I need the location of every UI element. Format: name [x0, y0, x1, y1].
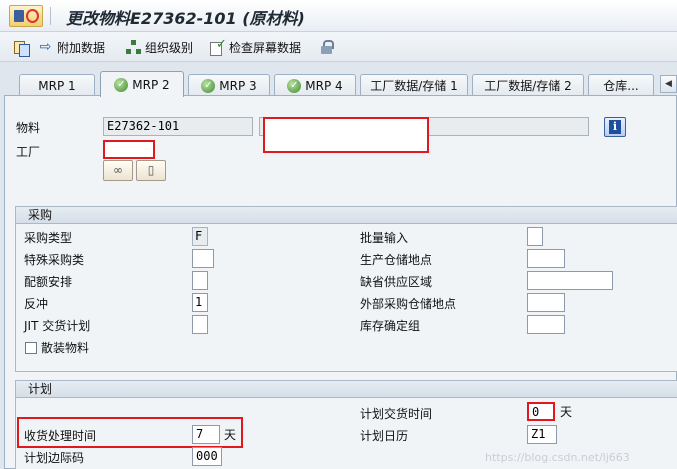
planned-delivery-field[interactable]: 0 — [527, 402, 555, 421]
planned-delivery-label: 计划交货时间 — [360, 407, 433, 421]
org-hierarchy-icon — [126, 39, 141, 55]
special-procurement-label: 特殊采购类 — [24, 253, 85, 267]
prod-stor-loc-field[interactable] — [527, 249, 565, 268]
document-icon: ▯ — [147, 163, 155, 177]
stock-det-group-field[interactable] — [527, 315, 565, 334]
arrow-right-icon: ⇨ — [39, 38, 52, 55]
plant-label: 工厂 — [16, 145, 41, 159]
backflush-field[interactable]: 1 — [192, 293, 208, 312]
procurement-type-field: F — [192, 227, 208, 246]
tab-plant-data-2[interactable]: 工厂数据/存储 2 — [472, 74, 584, 96]
quota-field[interactable] — [192, 271, 208, 290]
ext-proc-stor-loc-label: 外部采购仓储地点 — [360, 297, 457, 311]
planning-calendar-field[interactable]: Z1 — [527, 425, 557, 444]
tab-strip: MRP 1 ✓ MRP 2 ✓ MRP 3 ✓ MRP 4 工厂数据/存储 1 … — [0, 62, 677, 97]
main-content: 物料 E27362-101 i 工厂 ∞ ▯ 采购 采购类型 F 特殊采购类 配… — [4, 95, 677, 469]
additional-data-label: 附加数据 — [57, 40, 106, 55]
org-levels-label: 组织级别 — [145, 40, 194, 55]
status-complete-icon: ✓ — [201, 78, 216, 93]
tab-scroll-left-button[interactable]: ◀ — [660, 75, 677, 93]
document-button[interactable]: ▯ — [136, 160, 166, 181]
batch-entry-field[interactable] — [527, 227, 543, 246]
redacted-highlight-box — [263, 117, 429, 153]
check-icon — [210, 37, 227, 56]
additional-data-button[interactable]: ⇨ 附加数据 — [38, 38, 105, 56]
tab-mrp4[interactable]: ✓ MRP 4 — [274, 74, 356, 96]
procurement-section-title: 采购 — [16, 207, 677, 224]
backflush-label: 反冲 — [24, 297, 49, 311]
sched-margin-field[interactable]: 000 — [192, 447, 222, 466]
org-levels-button[interactable]: 组织级别 — [126, 38, 193, 56]
planning-calendar-label: 计划日历 — [360, 429, 409, 443]
app-menu-icon[interactable] — [9, 5, 43, 27]
tab-mrp2-label: MRP 2 — [132, 77, 170, 92]
glasses-icon: ∞ — [113, 163, 123, 177]
procurement-type-label: 采购类型 — [24, 231, 73, 245]
sched-margin-label: 计划边际码 — [24, 451, 85, 465]
lock-icon — [320, 39, 334, 55]
prod-stor-loc-label: 生产仓储地点 — [360, 253, 433, 267]
default-supply-area-field[interactable] — [527, 271, 613, 290]
check-screen-data-label: 检查屏幕数据 — [229, 40, 302, 55]
tab-warehouse-label: 仓库... — [603, 79, 639, 93]
tab-mrp1-label: MRP 1 — [38, 78, 76, 93]
application-toolbar: ⇨ 附加数据 组织级别 检查屏幕数据 — [0, 32, 677, 62]
glasses-button[interactable]: ∞ — [103, 160, 133, 181]
ext-proc-stor-loc-field[interactable] — [527, 293, 565, 312]
special-procurement-field[interactable] — [192, 249, 214, 268]
tab-warehouse[interactable]: 仓库... — [588, 74, 654, 96]
gr-processing-label: 收货处理时间 — [24, 429, 97, 443]
tab-mrp2[interactable]: ✓ MRP 2 — [100, 71, 184, 97]
planned-delivery-unit: 天 — [560, 405, 573, 419]
jit-field[interactable] — [192, 315, 208, 334]
planning-section-title: 计划 — [16, 381, 677, 398]
bulk-material-label: 散装物料 — [41, 341, 90, 355]
tab-plant-data-1[interactable]: 工厂数据/存储 1 — [360, 74, 468, 96]
copy-button[interactable] — [14, 38, 30, 57]
plant-field[interactable] — [103, 140, 155, 159]
tab-plant-data-1-label: 工厂数据/存储 1 — [370, 79, 458, 93]
default-supply-area-label: 缺省供应区域 — [360, 275, 433, 289]
stock-det-group-label: 库存确定组 — [360, 319, 421, 333]
material-label: 物料 — [16, 121, 41, 135]
gr-processing-field[interactable]: 7 — [192, 425, 220, 444]
batch-entry-label: 批量输入 — [360, 231, 409, 245]
bulk-material-checkbox[interactable] — [25, 342, 37, 354]
title-bar: 更改物料E27362-101 (原材料) — [0, 0, 677, 32]
status-complete-icon: ✓ — [287, 78, 302, 93]
material-number-field: E27362-101 — [103, 117, 253, 136]
info-icon: i — [609, 120, 621, 134]
gr-processing-unit: 天 — [224, 428, 237, 442]
tab-mrp3-label: MRP 3 — [219, 78, 257, 93]
info-button[interactable]: i — [604, 117, 626, 137]
status-complete-icon: ✓ — [114, 77, 129, 92]
tab-mrp1[interactable]: MRP 1 — [19, 74, 95, 96]
tab-mrp4-label: MRP 4 — [305, 78, 343, 93]
lock-button[interactable] — [320, 38, 334, 56]
title-separator — [50, 7, 51, 25]
jit-label: JIT 交货计划 — [24, 319, 91, 333]
check-screen-data-button[interactable]: 检查屏幕数据 — [210, 37, 302, 56]
tab-mrp3[interactable]: ✓ MRP 3 — [188, 74, 270, 96]
window-title: 更改物料E27362-101 (原材料) — [66, 9, 305, 28]
quota-label: 配额安排 — [24, 275, 73, 289]
watermark-text: https://blog.csdn.net/lj663 — [485, 451, 630, 464]
copy-icon — [14, 40, 30, 57]
tab-plant-data-2-label: 工厂数据/存储 2 — [484, 79, 572, 93]
